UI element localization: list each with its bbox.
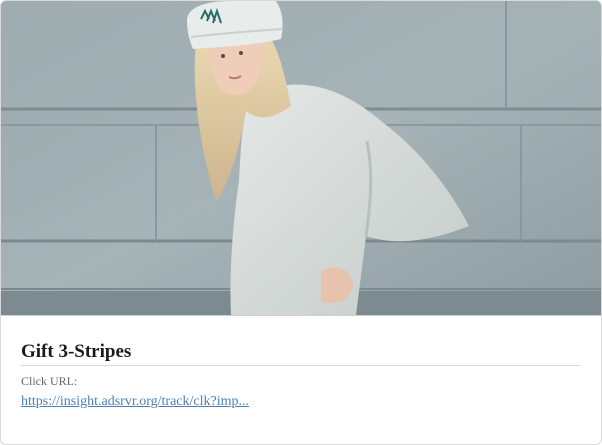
ad-title: Gift 3-Stripes: [21, 339, 581, 366]
ad-hero-image[interactable]: [1, 1, 601, 316]
ad-details: Gift 3-Stripes Click URL: https://insigh…: [21, 339, 581, 411]
click-url-link[interactable]: https://insight.adsrvr.org/track/clk?imp…: [21, 393, 249, 411]
ad-preview-card: Gift 3-Stripes Click URL: https://insigh…: [0, 0, 602, 445]
hero-photo: [1, 1, 601, 315]
click-url-label: Click URL:: [21, 374, 78, 388]
